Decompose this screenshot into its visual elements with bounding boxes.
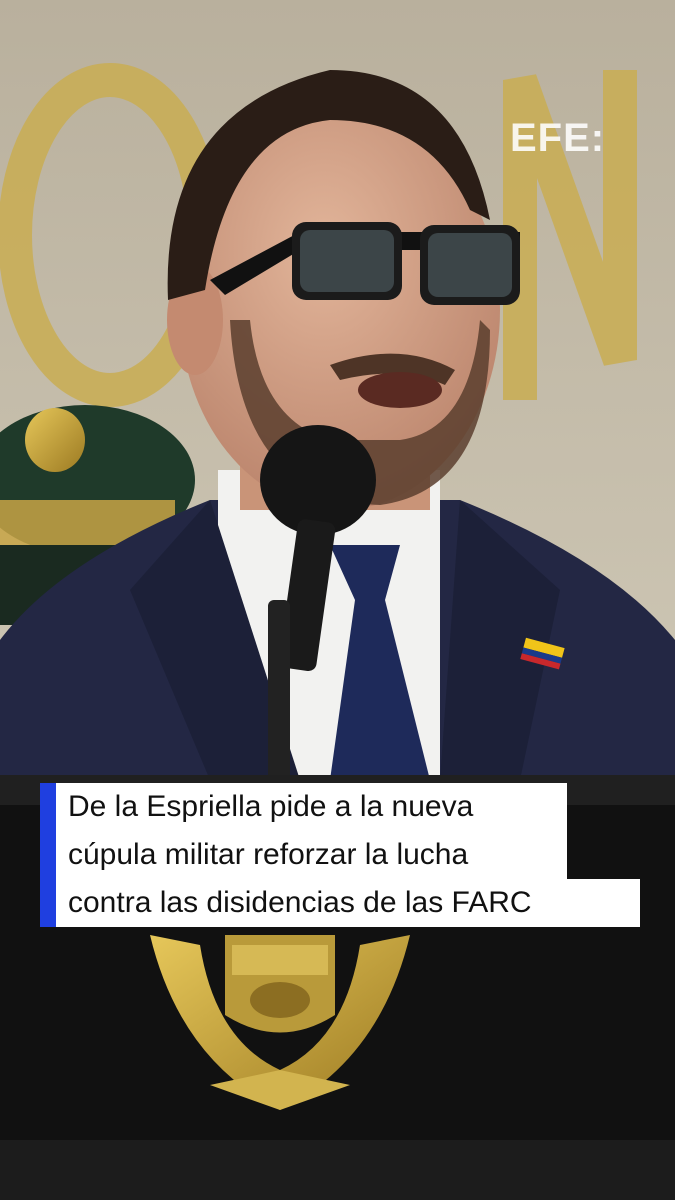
caption-accent-bar [40,783,56,927]
video-frame: EFE: De la Espriella pide a la nueva cúp… [0,0,675,1200]
caption-line-2: cúpula militar reforzar la lucha [56,831,567,879]
speaker-photo [0,0,675,1200]
caption-line-3: contra las disidencias de las FARC [56,879,640,927]
efe-logo: EFE: [510,116,606,160]
caption-line-1: De la Espriella pide a la nueva [56,783,567,831]
